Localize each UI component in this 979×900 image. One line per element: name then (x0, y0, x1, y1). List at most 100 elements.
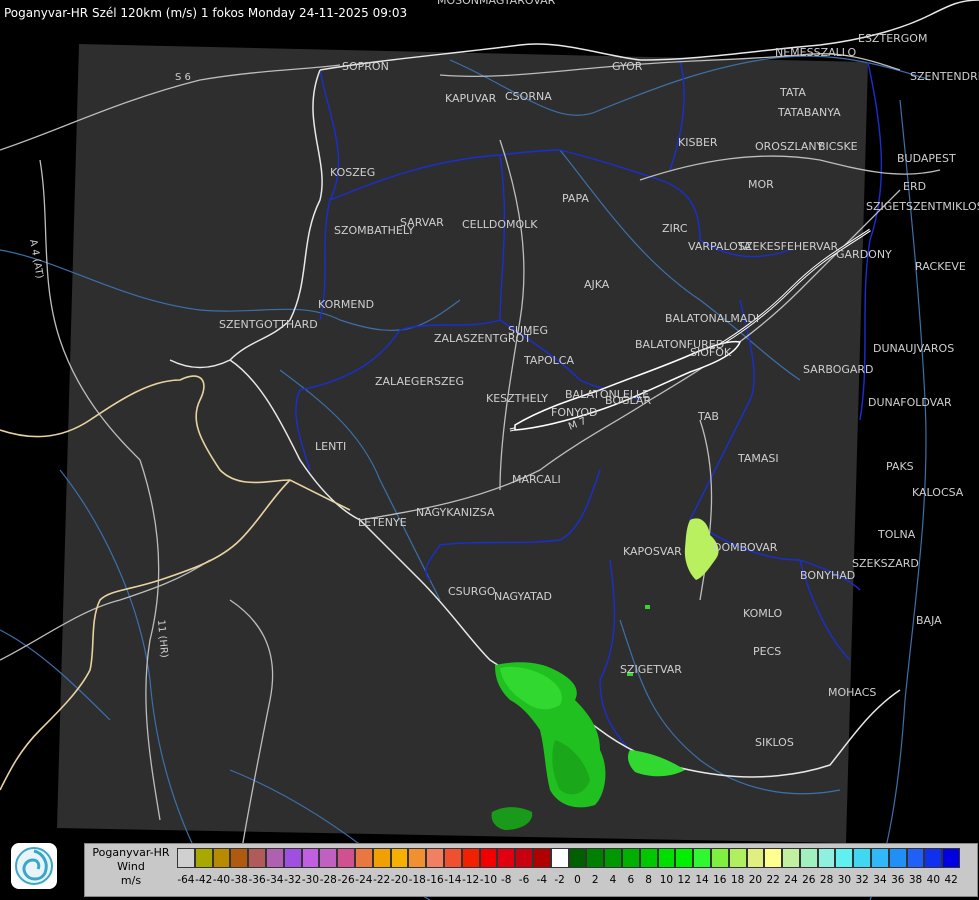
svg-text:KAPUVAR: KAPUVAR (445, 92, 497, 105)
legend-swatch (212, 848, 231, 868)
legend-tick-label: 10 (659, 874, 674, 886)
svg-text:SARBOGARD: SARBOGARD (803, 363, 874, 376)
svg-text:KOSZEG: KOSZEG (330, 166, 375, 179)
legend-swatch (764, 848, 783, 868)
legend-tick-label: 18 (730, 874, 745, 886)
svg-text:BICSKE: BICSKE (818, 140, 858, 153)
svg-text:BUDAPEST: BUDAPEST (897, 152, 956, 165)
legend-tick-label: 14 (695, 874, 709, 886)
legend-swatch (568, 848, 587, 868)
legend-tick-label: -64 (177, 874, 195, 886)
legend-tick-label: -4 (536, 874, 548, 886)
color-legend: Poganyvar-HR Wind m/s -64 -42 -40 -38 -36 -34… (84, 843, 978, 897)
legend-swatch (675, 848, 694, 868)
svg-text:CSURGO: CSURGO (448, 585, 496, 598)
svg-text:KISBER: KISBER (678, 136, 718, 149)
legend-swatch (515, 848, 533, 868)
legend-swatch (319, 848, 338, 868)
svg-text:MARCALI: MARCALI (512, 473, 561, 486)
legend-tick-label: -24 (355, 874, 373, 886)
svg-text:S 6: S 6 (175, 72, 191, 83)
legend-tick-label: -18 (408, 874, 426, 886)
svg-text:ZIRC: ZIRC (662, 222, 688, 235)
svg-text:TAMASI: TAMASI (737, 452, 779, 465)
legend-swatch (853, 848, 872, 868)
legend-tick-label: 22 (766, 874, 780, 886)
legend-swatch (639, 848, 658, 868)
legend-tick-label: 30 (837, 874, 852, 886)
legend-tick-label: -36 (248, 874, 266, 886)
legend-swatch (621, 848, 640, 868)
legend-tick-label: -8 (501, 874, 512, 886)
legend-swatch (710, 848, 729, 868)
legend-tick-label: -2 (554, 874, 565, 886)
svg-text:OROSZLANY: OROSZLANY (755, 140, 824, 153)
legend-tick-label: 26 (802, 874, 816, 886)
svg-text:SZOMBATHELY: SZOMBATHELY (334, 224, 414, 237)
legend-tick-label: 32 (855, 874, 869, 886)
legend-tick-label: 2 (591, 874, 599, 886)
legend-swatch (461, 848, 480, 868)
svg-text:KOMLO: KOMLO (743, 607, 782, 620)
svg-text:SZIGETVAR: SZIGETVAR (620, 663, 682, 676)
svg-text:MOSONMAGYAROVAR: MOSONMAGYAROVAR (437, 0, 556, 7)
svg-text:SZIGETSZENTMIKLOS: SZIGETSZENTMIKLOS (866, 200, 979, 213)
legend-swatch (479, 848, 498, 868)
svg-text:TOLNA: TOLNA (877, 528, 916, 541)
svg-text:SIKLOS: SIKLOS (755, 736, 794, 749)
svg-text:BONYHAD: BONYHAD (800, 569, 855, 582)
legend-tick-label: 40 (926, 874, 941, 886)
svg-text:LENTI: LENTI (315, 440, 346, 453)
legend-tick-label: 0 (574, 874, 581, 886)
legend-ticks: -64 -42 -40 -38 -36 -34 -32 -30 -28 -26 -24 -22 -20-… (177, 874, 960, 890)
legend-swatch (177, 848, 195, 868)
legend-swatch (265, 848, 284, 868)
svg-text:PAPA: PAPA (562, 192, 589, 205)
legend-unit: m/s (120, 874, 142, 887)
svg-text:KORMEND: KORMEND (318, 298, 374, 311)
svg-text:SZEKESFEHERVAR: SZEKESFEHERVAR (738, 240, 839, 253)
svg-text:TAPOLCA: TAPOLCA (523, 354, 574, 367)
svg-text:NAGYATAD: NAGYATAD (494, 590, 552, 603)
legend-swatch (230, 848, 249, 868)
legend-swatch (372, 848, 391, 868)
legend-tick-label: 28 (819, 874, 834, 886)
svg-text:TATABANYA: TATABANYA (777, 106, 841, 119)
legend-tick-label: -38 (230, 874, 248, 886)
svg-text:KALOCSA: KALOCSA (912, 486, 964, 499)
svg-text:ZALAEGERSZEG: ZALAEGERSZEG (375, 375, 464, 388)
svg-text:AJKA: AJKA (584, 278, 610, 291)
legend-tick-label: -26 (337, 874, 355, 886)
legend-swatch (746, 848, 765, 868)
legend-swatch (248, 848, 266, 868)
legend-tick-label: 12 (677, 874, 691, 886)
legend-swatch (906, 848, 925, 868)
svg-text:CELLDOMOLK: CELLDOMOLK (462, 218, 538, 231)
svg-text:DUNAUJVAROS: DUNAUJVAROS (873, 342, 954, 355)
legend-tick-label: 24 (784, 874, 798, 886)
svg-text:ERD: ERD (903, 180, 926, 193)
legend-tick-label: -34 (266, 874, 284, 886)
svg-text:KAPOSVAR: KAPOSVAR (623, 545, 682, 558)
legend-swatch (942, 848, 961, 868)
legend-tick-label: 16 (713, 874, 727, 886)
svg-text:BAJA: BAJA (916, 614, 942, 627)
svg-text:TAB: TAB (697, 410, 719, 423)
legend-swatch (337, 848, 355, 868)
legend-swatch (301, 848, 320, 868)
legend-tick-label: 4 (609, 874, 617, 886)
svg-text:RACKEVE: RACKEVE (915, 260, 966, 273)
svg-text:SIOFOK: SIOFOK (690, 346, 732, 359)
svg-text:NEMESSZALLO: NEMESSZALLO (775, 46, 857, 59)
legend-swatch (888, 848, 907, 868)
legend-tick-label: -28 (319, 874, 337, 886)
svg-text:GARDONY: GARDONY (836, 248, 892, 261)
legend-tick-label: 34 (873, 874, 887, 886)
svg-text:ESZTERGOM: ESZTERGOM (858, 32, 927, 45)
legend-tick-label: -16 (426, 874, 444, 886)
radar-map: MOSONMAGYAROVAR ESZTERGOM NEMESSZALLO SO… (0, 0, 979, 900)
legend-swatch (586, 848, 605, 868)
svg-text:BOGLAR: BOGLAR (605, 394, 651, 407)
svg-text:TATA: TATA (779, 86, 806, 99)
legend-tick-label: 20 (748, 874, 763, 886)
